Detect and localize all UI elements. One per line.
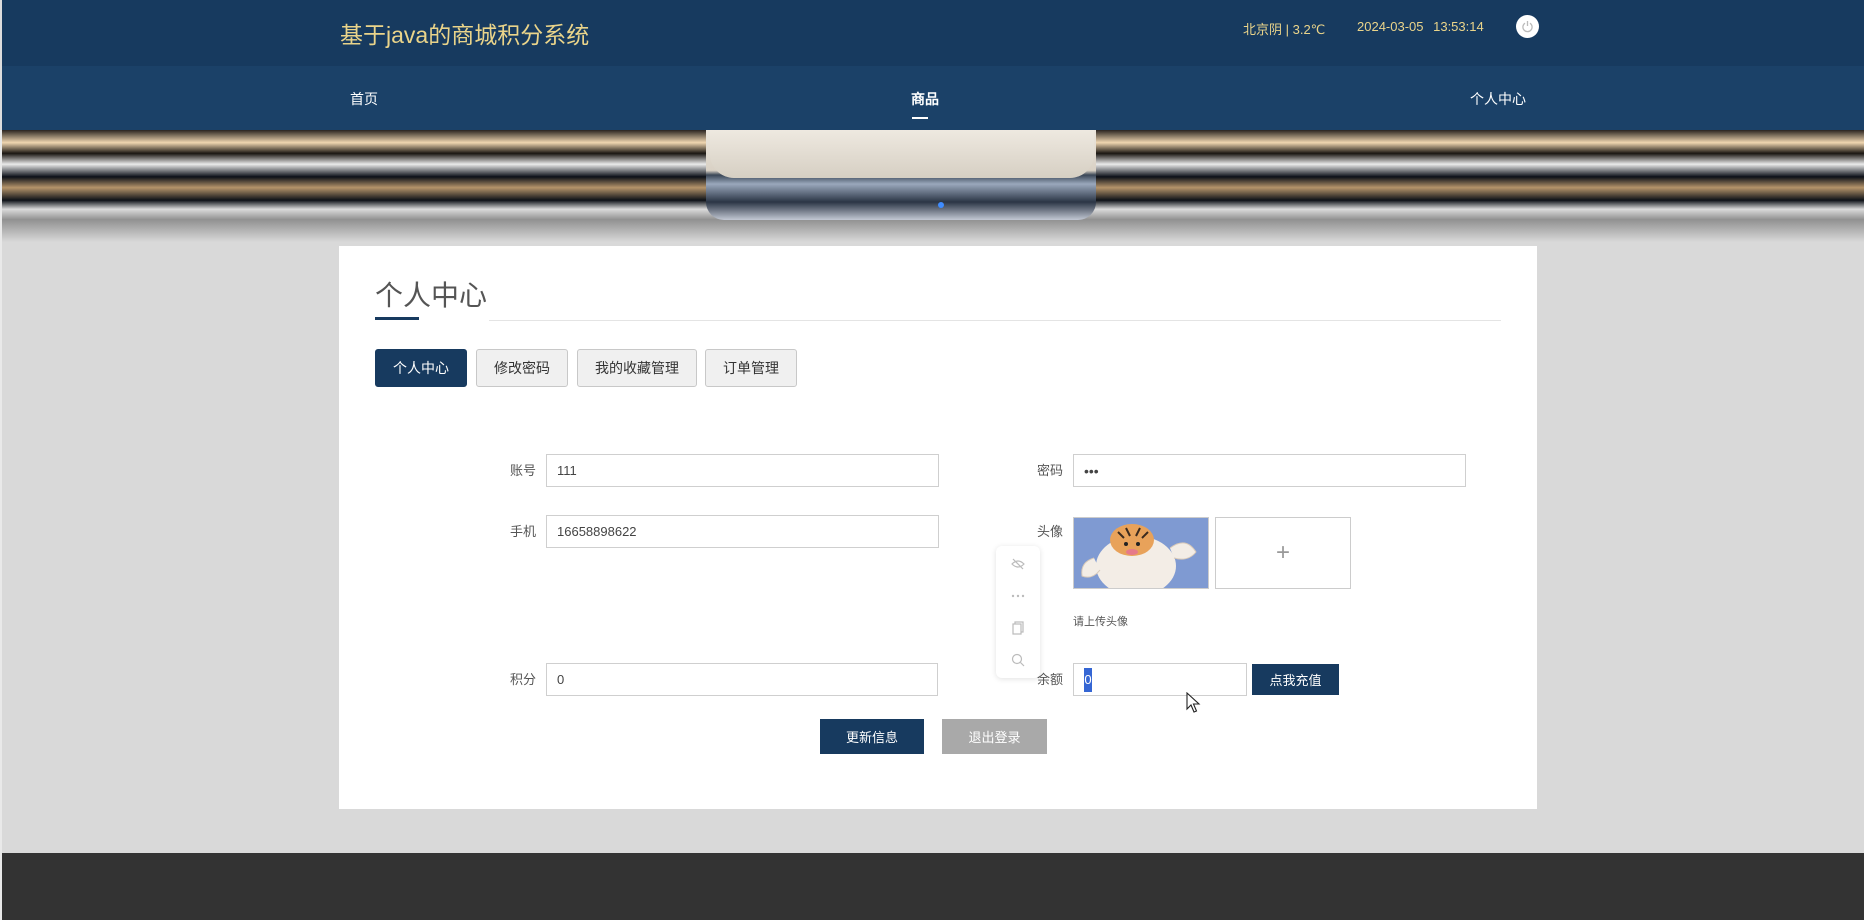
top-header: 基于java的商城积分系统 北京阴 | 3.2℃ 2024-03-05 13:5…: [0, 0, 1864, 66]
phone-input[interactable]: 16658898622: [546, 515, 939, 548]
avatar-upload-hint: 请上传头像: [1073, 616, 1128, 628]
points-input[interactable]: 0: [546, 663, 938, 696]
title-divider: [489, 320, 1501, 321]
phone-label: 手机: [509, 524, 536, 539]
avatar-label: 头像: [1036, 524, 1063, 539]
tab-change-password[interactable]: 修改密码: [476, 349, 568, 387]
title-accent-bar: [375, 317, 419, 320]
magnifier-glyph: [1011, 653, 1025, 667]
power-glyph: [1522, 21, 1533, 33]
hide-eye-icon[interactable]: [1010, 556, 1026, 572]
mouse-cursor-icon: [1186, 692, 1201, 713]
current-datetime: 2024-03-05 13:53:14: [1357, 19, 1484, 34]
main-nav: 首页 商品 个人中心: [0, 66, 1864, 130]
recharge-button[interactable]: 点我充值: [1252, 664, 1339, 695]
banner-shadow: [2, 220, 1864, 242]
floating-toolbar: [996, 546, 1040, 678]
site-title: 基于java的商城积分系统: [340, 22, 590, 48]
copy-icon[interactable]: [1010, 620, 1026, 636]
tab-orders[interactable]: 订单管理: [705, 349, 797, 387]
copy-glyph: [1012, 621, 1024, 635]
banner-product-cap: [710, 130, 1094, 178]
page-footer: [2, 853, 1864, 920]
banner-image: [2, 130, 1864, 220]
profile-card: 个人中心 个人中心 修改密码 我的收藏管理 订单管理 账号 111 密码 •••…: [339, 246, 1537, 809]
search-icon[interactable]: [1010, 652, 1026, 668]
tiger-avatar-icon: [1074, 518, 1208, 588]
nav-active-indicator: [912, 117, 928, 119]
tab-profile[interactable]: 个人中心: [375, 349, 467, 387]
nav-item-products[interactable]: 商品: [911, 89, 939, 109]
balance-input[interactable]: 0: [1073, 663, 1247, 696]
avatar-image[interactable]: [1073, 517, 1209, 589]
banner-dot[interactable]: [938, 202, 944, 208]
logout-button[interactable]: 退出登录: [942, 719, 1047, 754]
nav-item-home[interactable]: 首页: [350, 89, 378, 109]
power-icon[interactable]: [1516, 15, 1539, 38]
account-label: 账号: [509, 463, 536, 478]
points-label: 积分: [509, 672, 536, 687]
eye-off-glyph: [1011, 558, 1025, 570]
tab-favorites[interactable]: 我的收藏管理: [577, 349, 697, 387]
account-input[interactable]: 111: [546, 454, 939, 487]
balance-selected-text: 0: [1084, 667, 1092, 692]
nav-item-profile[interactable]: 个人中心: [1470, 89, 1526, 109]
page-title: 个人中心: [375, 280, 488, 311]
update-info-button[interactable]: 更新信息: [820, 719, 924, 754]
password-label: 密码: [1036, 463, 1063, 478]
weather-info: 北京阴 | 3.2℃: [1243, 22, 1326, 37]
dots-glyph: [1011, 594, 1025, 598]
password-input[interactable]: •••: [1073, 454, 1466, 487]
more-icon[interactable]: [1010, 588, 1026, 604]
avatar-upload-button[interactable]: +: [1215, 517, 1351, 589]
